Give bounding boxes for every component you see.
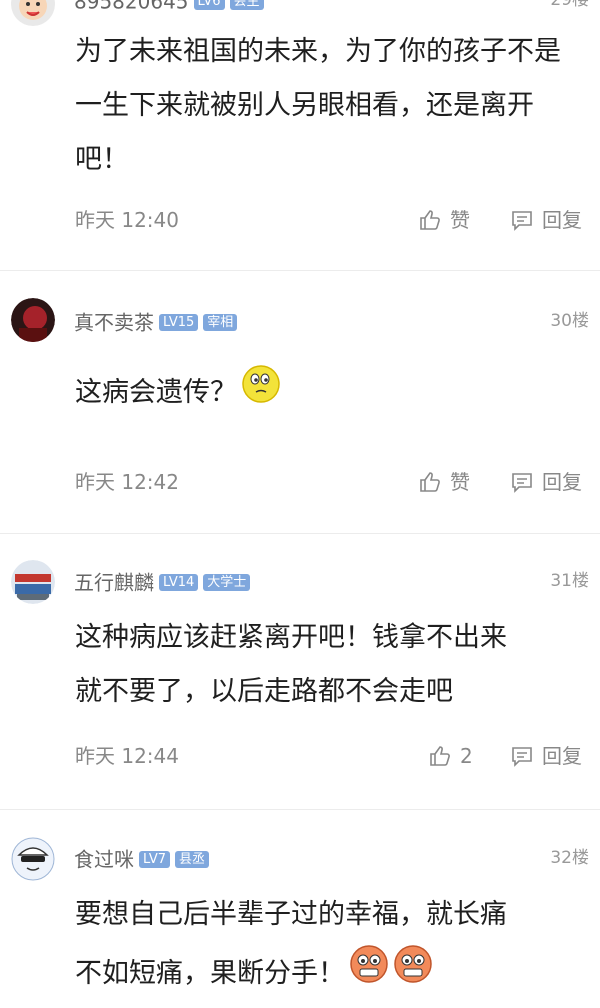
angry-face-icon <box>393 944 433 1005</box>
like-button[interactable]: 2 <box>428 744 473 768</box>
floor-number: 29楼 <box>550 0 589 10</box>
like-label: 赞 <box>450 208 470 232</box>
comment-text[interactable]: 要想自己后半辈子过的幸福，就长痛 不如短痛，果断分手！ <box>75 886 565 1005</box>
level-badge: LV14 <box>159 574 199 591</box>
comment-text-line: 要想自己后半辈子过的幸福，就长痛 <box>75 899 507 930</box>
comment-text-content: 不如短痛，果断分手！ <box>75 958 345 989</box>
username-row: 真不卖茶 LV15 宰相 <box>74 309 238 335</box>
username[interactable]: 五行麒麟 <box>74 571 154 595</box>
level-badge: LV6 <box>193 0 225 10</box>
title-badge: 会主 <box>229 0 264 10</box>
thumbs-up-icon <box>420 472 440 492</box>
thinking-face-icon <box>241 364 281 423</box>
timestamp: 昨天 12:44 <box>75 744 179 768</box>
reply-label: 回复 <box>542 208 582 232</box>
timestamp: 昨天 12:40 <box>75 208 179 232</box>
username[interactable]: 895820645 <box>74 0 189 14</box>
like-button[interactable]: 赞 <box>418 208 470 232</box>
thumbs-up-icon <box>420 210 440 230</box>
comment-31: 五行麒麟 LV14 大学士 31楼 这种病应该赶紧离开吧！钱拿不出来 就不要了，以后… <box>0 534 600 810</box>
thumbs-up-icon <box>430 746 450 766</box>
title-badge: 县丞 <box>174 851 209 868</box>
level-badge: LV15 <box>159 314 199 331</box>
level-badge: LV7 <box>139 851 170 868</box>
comment-29: 895820645 LV6 会主 29楼 为了未来祖国的未来，为了你的孩子不是一生下… <box>0 0 600 271</box>
title-badge: 大学士 <box>203 574 251 591</box>
avatar[interactable] <box>11 0 55 26</box>
avatar[interactable] <box>11 837 55 881</box>
comment-32: 食过咪 LV7 县丞 32楼 要想自己后半辈子过的幸福，就长痛 不如短痛，果断分手！ <box>0 810 600 1008</box>
like-button[interactable]: 赞 <box>418 470 470 494</box>
comment-30: 真不卖茶 LV15 宰相 30楼 这病会遗传？ 昨天 12:42 赞 回复 <box>0 271 600 534</box>
floor-number: 31楼 <box>550 571 589 591</box>
username[interactable]: 真不卖茶 <box>74 311 154 335</box>
reply-button[interactable]: 回复 <box>510 208 582 232</box>
comment-icon <box>512 211 532 231</box>
username-row: 五行麒麟 LV14 大学士 <box>74 569 251 595</box>
floor-number: 30楼 <box>550 311 589 331</box>
floor-number: 32楼 <box>550 848 589 868</box>
reply-button[interactable]: 回复 <box>510 470 582 494</box>
comment-text-line: 不如短痛，果断分手！ <box>75 944 565 1005</box>
reply-label: 回复 <box>542 744 582 768</box>
username-row: 食过咪 LV7 县丞 <box>74 846 209 872</box>
comment-text-line: 这种病应该赶紧离开吧！钱拿不出来 <box>75 622 507 653</box>
comment-icon <box>512 473 532 493</box>
reply-button[interactable]: 回复 <box>510 744 582 768</box>
avatar[interactable] <box>11 298 55 342</box>
timestamp: 昨天 12:42 <box>75 470 179 494</box>
username-row: 895820645 LV6 会主 <box>74 0 264 14</box>
like-label: 赞 <box>450 470 470 494</box>
reply-label: 回复 <box>542 470 582 494</box>
angry-face-icon <box>349 944 389 1005</box>
comment-text-line: 就不要了，以后走路都不会走吧 <box>75 676 453 707</box>
title-badge: 宰相 <box>203 314 238 331</box>
comment-icon <box>512 747 532 767</box>
avatar[interactable] <box>11 560 55 604</box>
username[interactable]: 食过咪 <box>74 848 134 872</box>
comment-text[interactable]: 这病会遗传？ <box>75 364 565 423</box>
comment-text[interactable]: 为了未来祖国的未来，为了你的孩子不是一生下来就被别人另眼相看，还是离开吧！ <box>75 25 565 187</box>
comment-text[interactable]: 这种病应该赶紧离开吧！钱拿不出来 就不要了，以后走路都不会走吧 <box>75 611 565 719</box>
comment-text-content: 这病会遗传？ <box>75 377 237 408</box>
like-count: 2 <box>460 744 473 768</box>
